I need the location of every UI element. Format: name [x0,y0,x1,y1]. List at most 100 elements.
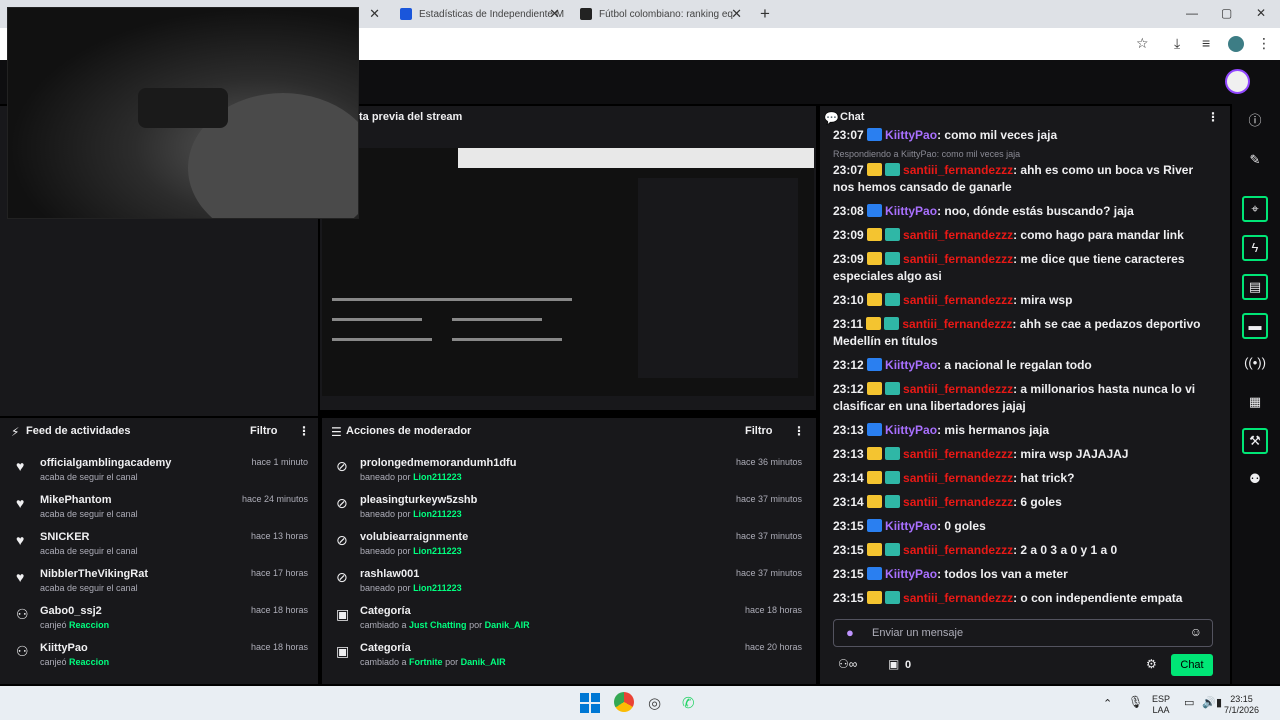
language-indicator[interactable]: ESP LAA [1152,694,1170,716]
mic-icon[interactable]: ● [846,625,854,640]
list-item[interactable]: ♥ MikePhantom acaba de seguir el canal hace… [16,493,308,529]
avatar[interactable] [1225,69,1250,94]
list-item[interactable]: ▣ Categoría cambiado a Just Chatting por D… [336,604,802,640]
start-icon[interactable] [580,693,600,713]
download-icon[interactable]: ⤓ [1174,35,1180,52]
chat-username[interactable]: santiii_fernandezzz [903,382,1013,396]
chat-menu-icon[interactable]: ⋮ [1207,110,1219,124]
whatsapp-icon[interactable]: ✆ [682,694,695,712]
chat-username[interactable]: santiii_fernandezzz [903,293,1013,307]
list-item[interactable]: ⊘ prolongedmemorandumh1dfu baneado por Lio… [336,456,802,492]
item-name[interactable]: pleasingturkeyw5zshb [360,494,477,506]
chat-username[interactable]: santiii_fernandezzz [903,495,1013,509]
item-name[interactable]: officialgamblingacademy [40,457,171,469]
bookmark-star-icon[interactable]: ☆ [1136,35,1149,52]
users-icon[interactable]: ⚉ [1242,466,1268,492]
chat-username[interactable]: santiii_fernandezzz [903,252,1013,266]
chat-icon[interactable]: ▬ [1242,313,1268,339]
item-name[interactable]: MikePhantom [40,494,112,506]
notes-icon[interactable]: ▤ [1242,274,1268,300]
network-icon[interactable]: ▭ [1184,696,1194,709]
chat-username[interactable]: KiittyPao [885,519,937,533]
chat-username[interactable]: KiittyPao [885,128,937,142]
gear-icon[interactable]: ⚙ [1146,657,1157,671]
mod-tools-icon[interactable]: ⚇∞ [838,657,857,671]
mod-menu-icon[interactable]: ⋮ [793,424,805,438]
maximize-button[interactable]: ▢ [1221,6,1232,20]
chat-username[interactable]: KiittyPao [885,204,937,218]
microphone-icon[interactable]: 🎙 [1128,695,1143,709]
chrome-icon[interactable] [614,692,634,712]
chat-username[interactable]: santiii_fernandezzz [903,228,1013,242]
list-item[interactable]: ♥ SNICKER acaba de seguir el canal hace 13 … [16,530,308,566]
item-name[interactable]: prolongedmemorandumh1dfu [360,457,516,469]
close-icon[interactable]: ✕ [369,6,380,22]
media-queue-icon[interactable]: ≡ [1202,35,1210,51]
flash-icon[interactable]: ϟ [1242,235,1268,261]
browser-tab-2[interactable]: Fútbol colombiano: ranking eq ✕ [572,0,750,28]
list-item[interactable]: ⊘ volubiearraignmente baneado por Lion2112… [336,530,802,566]
item-highlight[interactable]: Danik_AIR [485,620,530,630]
chat-username[interactable]: santiii_fernandezzz [902,317,1012,331]
list-item[interactable]: ♥ officialgamblingacademy acaba de seguir … [16,456,308,492]
item-name[interactable]: NibblerTheVikingRat [40,568,148,580]
list-item[interactable]: ⚇ Gabo0_ssj2 canjeó Reaccion hace 18 horas [16,604,308,640]
item-highlight[interactable]: Lion211223 [413,583,462,593]
list-item[interactable]: ▣ Categoría cambiado a Fortnite por Danik_… [336,641,802,677]
close-icon[interactable]: ✕ [549,6,560,22]
menu-kebab-icon[interactable]: ⋮ [1257,35,1271,52]
chat-username[interactable]: KiittyPao [885,423,937,437]
edit-icon[interactable]: ✎ [1242,147,1268,173]
printer-icon[interactable]: ▦ [1242,389,1268,415]
minimize-button[interactable]: — [1186,6,1198,20]
clip-icon[interactable]: ⌖ [1242,196,1268,222]
chat-username[interactable]: santiii_fernandezzz [903,471,1013,485]
new-tab-button[interactable]: + [760,4,770,24]
stream-preview-video[interactable] [322,148,814,396]
chat-input[interactable]: ● Enviar un mensaje ☺ [833,619,1213,647]
list-item[interactable]: ⊘ pleasingturkeyw5zshb baneado por Lion211… [336,493,802,529]
chat-username[interactable]: santiii_fernandezzz [903,163,1013,177]
item-highlight[interactable]: Lion211223 [413,546,462,556]
item-highlight[interactable]: Danik_AIR [461,657,506,667]
info-icon[interactable]: ⓘ [1242,108,1268,134]
wrench-icon[interactable]: ⚒ [1242,428,1268,454]
list-item[interactable]: ♥ NibblerTheVikingRat acaba de seguir el c… [16,567,308,603]
activity-filter-button[interactable]: Filtro [250,425,278,437]
chat-username[interactable]: santiii_fernandezzz [903,543,1013,557]
tab-close-first[interactable]: ✕ [362,0,390,28]
mod-filter-button[interactable]: Filtro [745,425,773,437]
chat-username[interactable]: santiii_fernandezzz [903,447,1013,461]
obs-icon[interactable]: ◎ [648,694,661,712]
item-name[interactable]: rashlaw001 [360,568,419,580]
emote-icon[interactable]: ☺ [1190,625,1202,639]
item-name[interactable]: Categoría [360,642,411,654]
profile-avatar[interactable] [1228,36,1244,52]
clock[interactable]: 23:15 7/1/2026 [1224,694,1259,716]
item-highlight[interactable]: Lion211223 [413,509,462,519]
activity-menu-icon[interactable]: ⋮ [298,424,310,438]
chat-username[interactable]: santiii_fernandezzz [903,591,1013,605]
close-window-button[interactable]: ✕ [1256,6,1266,20]
item-name[interactable]: Categoría [360,605,411,617]
list-item[interactable]: ⊘ rashlaw001 baneado por Lion211223 hace 37… [336,567,802,603]
item-name[interactable]: SNICKER [40,531,90,543]
volume-icon[interactable]: 🔊 [1202,696,1216,709]
item-name[interactable]: KiittyPao [40,642,88,654]
item-highlight[interactable]: Lion211223 [413,472,462,482]
item-highlight[interactable]: Reaccion [69,657,109,667]
item-highlight[interactable]: Fortnite [409,657,443,667]
gift-icon[interactable]: ▣ [888,657,899,671]
item-highlight[interactable]: Reaccion [69,620,109,630]
chat-send-button[interactable]: Chat [1171,654,1213,676]
close-icon[interactable]: ✕ [731,6,742,22]
item-name[interactable]: Gabo0_ssj2 [40,605,102,617]
broadcast-icon[interactable]: ((•)) [1242,350,1268,376]
browser-tab-1[interactable]: Estadísticas de Independiente M ✕ [392,0,568,28]
chevron-up-icon[interactable]: ⌃ [1103,697,1112,710]
item-name[interactable]: volubiearraignmente [360,531,468,543]
list-item[interactable]: ⚇ KiittyPao canjeó Reaccion hace 18 horas [16,641,308,677]
item-highlight[interactable]: Just Chatting [409,620,467,630]
battery-icon[interactable]: ▮ [1216,696,1222,709]
chat-username[interactable]: KiittyPao [885,567,937,581]
